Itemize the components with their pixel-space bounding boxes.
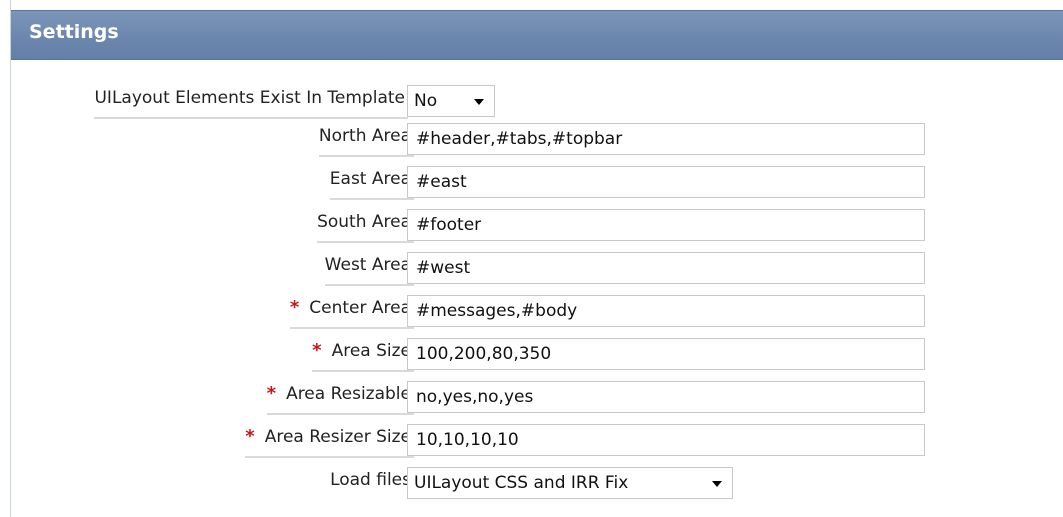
chevron-down-icon	[474, 99, 484, 105]
west-area-label: West Area	[324, 250, 414, 286]
form-row-center-area: * Center Area	[11, 293, 1063, 329]
north-area-label: North Area	[318, 121, 414, 157]
east-area-input[interactable]	[407, 166, 925, 198]
area-resizer-size-label: * Area Resizer Size	[245, 422, 414, 458]
east-area-label: East Area	[329, 164, 414, 200]
area-resizable-label: * Area Resizable	[266, 379, 414, 415]
form-row-west-area: West Area	[11, 250, 1063, 286]
elements-exist-label: UILayout Elements Exist In Template	[94, 83, 408, 119]
form-row-south-area: South Area	[11, 207, 1063, 243]
north-area-input[interactable]	[407, 123, 925, 155]
elements-exist-value: No	[414, 91, 438, 111]
asterisk-icon: *	[245, 426, 255, 447]
load-files-label: Load files	[330, 470, 411, 490]
settings-panel: Settings UILayout Elements Exist In Temp…	[10, 0, 1063, 517]
form-row-load-files: Load files UILayout CSS and IRR Fix	[11, 465, 1063, 499]
area-resizable-input[interactable]	[407, 381, 925, 413]
form-row-north-area: North Area	[11, 121, 1063, 157]
center-area-input[interactable]	[407, 295, 925, 327]
panel-header: Settings	[11, 10, 1063, 60]
center-area-label: * Center Area	[289, 293, 414, 329]
asterisk-icon: *	[266, 383, 277, 404]
form-row-east-area: East Area	[11, 164, 1063, 200]
south-area-input[interactable]	[407, 209, 925, 241]
elements-exist-select[interactable]: No	[407, 85, 495, 117]
asterisk-icon: *	[312, 340, 322, 361]
asterisk-icon: *	[289, 297, 300, 318]
form-row-area-resizer-size: * Area Resizer Size	[11, 422, 1063, 458]
south-area-label: South Area	[317, 207, 414, 243]
west-area-input[interactable]	[407, 252, 925, 284]
chevron-down-icon	[712, 481, 722, 487]
panel-title: Settings	[29, 21, 119, 43]
area-resizer-size-input[interactable]	[407, 424, 925, 456]
area-size-input[interactable]	[407, 338, 925, 370]
form-row-area-resizable: * Area Resizable	[11, 379, 1063, 415]
area-size-label: * Area Size	[312, 336, 414, 372]
form-row-elements-exist: UILayout Elements Exist In Template No	[11, 83, 1063, 119]
load-files-select[interactable]: UILayout CSS and IRR Fix	[407, 467, 733, 499]
load-files-value: UILayout CSS and IRR Fix	[414, 473, 629, 493]
form-row-area-size: * Area Size	[11, 336, 1063, 372]
